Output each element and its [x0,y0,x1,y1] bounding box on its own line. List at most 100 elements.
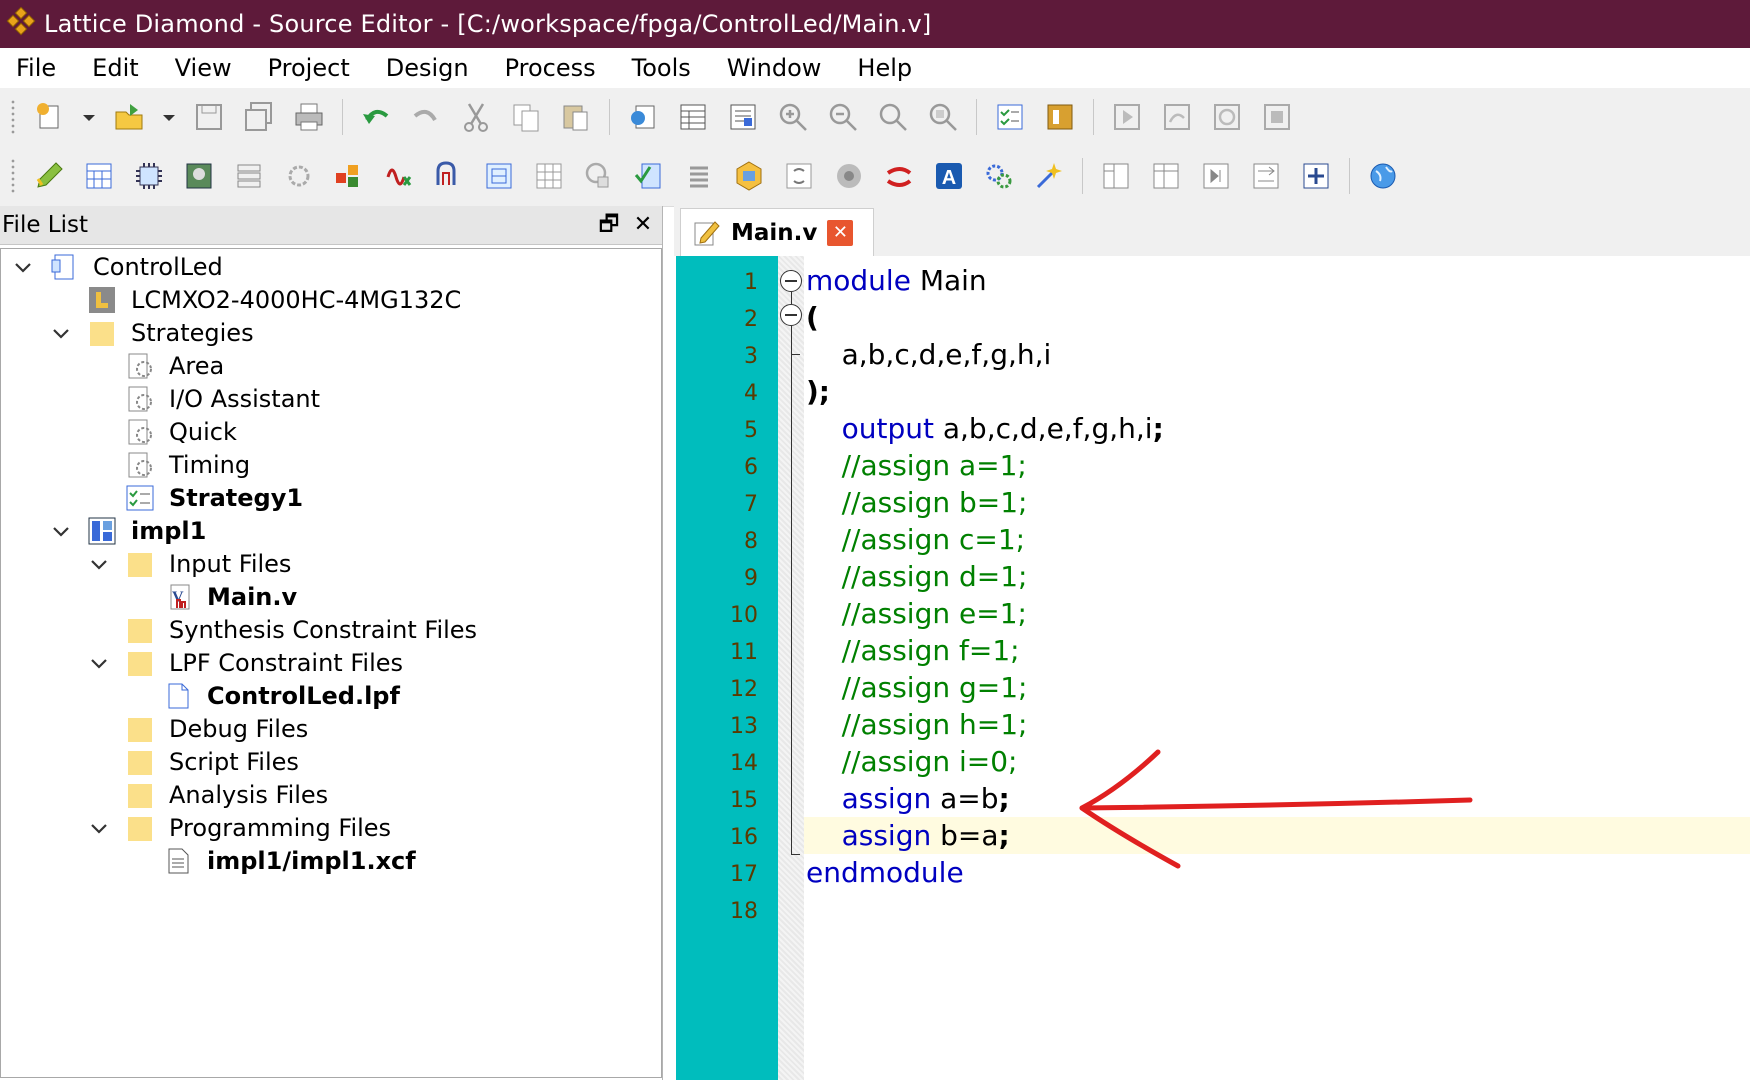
tree-item-project[interactable]: ControlLed [11,249,223,285]
tree-item-strategy1[interactable]: Strategy1 [87,480,303,516]
chevron-down-icon[interactable] [49,321,73,345]
tree-item-device[interactable]: LCMXO2-4000HC-4MG132C [49,282,461,318]
code-line[interactable]: //assign b=1; [806,484,1028,521]
code-line[interactable]: //assign i=0; [806,743,1018,780]
floorplan-button[interactable] [329,156,369,196]
code-line[interactable]: module Main [806,262,987,299]
tab-close-icon[interactable]: ✕ [827,220,854,246]
code-line[interactable]: //assign c=1; [806,521,1026,558]
tree-item-lpf-constraint-files[interactable]: LPF Constraint Files [87,645,403,681]
edit-design-button[interactable] [29,156,69,196]
tree-item-strategy-area[interactable]: Area [87,348,224,384]
zoom-area-button[interactable] [923,97,963,137]
web-button[interactable] [1363,156,1403,196]
zoom-out-button[interactable] [823,97,863,137]
code-line[interactable]: a,b,c,d,e,f,g,h,i [806,336,1052,373]
code-line[interactable]: //assign g=1; [806,669,1028,706]
tree-item-strategy-io-assistant[interactable]: I/O Assistant [87,381,320,417]
open-file-dropdown[interactable] [159,97,179,137]
tree-item-debug-files[interactable]: Debug Files [87,711,308,747]
refresh-button[interactable] [1207,97,1247,137]
menu-file[interactable]: File [16,54,56,82]
zoom-fit-button[interactable] [873,97,913,137]
tree-item-main-v[interactable]: V Main.v [125,579,297,615]
chevron-down-icon[interactable] [11,255,35,279]
spreadsheet-button[interactable] [79,156,119,196]
code-line[interactable]: //assign e=1; [806,595,1027,632]
code-line[interactable]: ); [806,373,830,410]
close-panel-icon[interactable]: ✕ [630,212,656,238]
gears-button[interactable] [979,156,1019,196]
analyzer-button[interactable] [579,156,619,196]
code-line[interactable]: assign a=b; [806,780,1010,817]
menu-design[interactable]: Design [386,54,469,82]
new-file-dropdown[interactable] [79,97,99,137]
paste-button[interactable] [556,97,596,137]
gear-chip-button[interactable] [279,156,319,196]
code-text[interactable]: module Main( a,b,c,d,e,f,g,h,i); output … [804,256,1750,1080]
menu-tools[interactable]: Tools [632,54,691,82]
fold-collapse-icon[interactable] [780,270,802,292]
tree-item-analysis-files[interactable]: Analysis Files [87,777,328,813]
menu-process[interactable]: Process [505,54,596,82]
new-file-button[interactable] [29,97,69,137]
toolbar-grip[interactable] [10,158,16,194]
menu-window[interactable]: Window [727,54,822,82]
code-line[interactable]: ( [806,299,819,336]
chevron-down-icon[interactable] [87,816,111,840]
step-button[interactable] [1157,97,1197,137]
list-button[interactable] [229,156,269,196]
menu-help[interactable]: Help [857,54,912,82]
save-button[interactable] [189,97,229,137]
code-line[interactable]: endmodule [806,854,964,891]
code-line[interactable]: //assign f=1; [806,632,1020,669]
grid-button[interactable] [529,156,569,196]
copy-button[interactable] [506,97,546,137]
wand-button[interactable] [1029,156,1069,196]
module-button[interactable] [729,156,769,196]
tree-item-strategy-quick[interactable]: Quick [87,414,237,450]
redo-button[interactable] [406,97,446,137]
flow-button[interactable] [1246,156,1286,196]
save-all-button[interactable] [239,97,279,137]
tree-item-programming-files[interactable]: Programming Files [87,810,391,846]
code-line[interactable]: //assign a=1; [806,447,1027,484]
print-button[interactable] [289,97,329,137]
code-line[interactable]: //assign d=1; [806,558,1028,595]
import-button[interactable] [1296,156,1336,196]
undo-button[interactable] [356,97,396,137]
debug-button[interactable] [829,156,869,196]
tree-item-script-files[interactable]: Script Files [87,744,299,780]
code-line[interactable]: output a,b,c,d,e,f,g,h,i; [806,410,1164,447]
table-button[interactable] [673,97,713,137]
menu-view[interactable]: View [175,54,232,82]
tree-item-lpf-file[interactable]: ControlLed.lpf [125,678,400,714]
checklist-button[interactable] [990,97,1030,137]
timing-button[interactable] [429,156,469,196]
report-button[interactable] [723,97,763,137]
fold-collapse-icon[interactable] [780,304,802,326]
file-check-button[interactable] [629,156,669,196]
code-line[interactable]: assign b=a; [806,817,1010,854]
stop-button[interactable] [1257,97,1297,137]
tree-item-implementation[interactable]: impl1 [49,513,206,549]
chevron-down-icon[interactable] [49,519,73,543]
toolbar-grip[interactable] [10,99,16,135]
sync-button[interactable] [779,156,819,196]
restore-panel-icon[interactable]: 🗗 [596,212,622,238]
layout-button[interactable] [1146,156,1186,196]
netview-button[interactable] [479,156,519,196]
netlist-button[interactable] [1040,97,1080,137]
tab-main-v[interactable]: Main.v ✕ [680,208,874,257]
split-button[interactable] [1096,156,1136,196]
menu-edit[interactable]: Edit [92,54,138,82]
chip-button[interactable] [129,156,169,196]
zoom-in-button[interactable] [773,97,813,137]
power-button[interactable] [379,156,419,196]
stack-button[interactable] [679,156,719,196]
code-line[interactable]: //assign h=1; [806,706,1028,743]
cut-button[interactable] [456,97,496,137]
menu-project[interactable]: Project [268,54,350,82]
package-button[interactable] [179,156,219,196]
chevron-down-icon[interactable] [87,651,111,675]
